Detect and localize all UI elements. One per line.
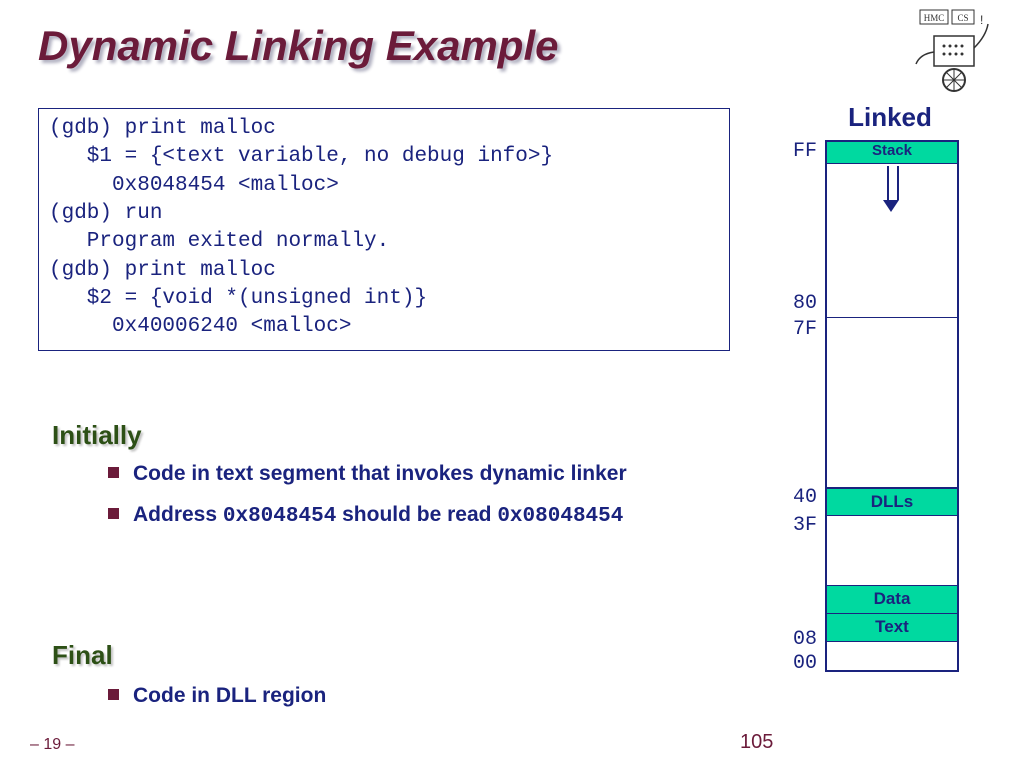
segment-empty <box>827 516 957 586</box>
segment-empty <box>827 642 957 668</box>
addr-label: FF <box>783 140 817 163</box>
svg-text:!: ! <box>980 13 983 27</box>
code-line: $2 = {void *(unsigned int)} <box>49 287 427 310</box>
bullet-item: Code in text segment that invokes dynami… <box>108 460 708 487</box>
addr-label: 7F <box>783 318 817 341</box>
code-line: Program exited normally. <box>49 230 389 253</box>
code-line: 0x40006240 <malloc> <box>49 315 351 338</box>
bullet-item: Code in DLL region <box>108 682 708 709</box>
code-line: 0x8048454 <malloc> <box>49 174 339 197</box>
memory-layout: Stack DLLs Data Text <box>825 140 959 672</box>
bullet-text: Code in DLL region <box>133 682 326 709</box>
segment-text: Text <box>827 614 957 642</box>
page-number-right: 105 <box>740 731 773 754</box>
segment-empty <box>827 318 957 488</box>
addr-label: 80 <box>783 292 817 315</box>
hmc-cs-logo: HMC CS ! <box>910 6 1000 94</box>
svg-text:CS: CS <box>957 13 968 23</box>
addr-label: 00 <box>783 652 817 675</box>
bullet-item: Address 0x8048454 should be read 0x08048… <box>108 501 708 530</box>
section-final: Final <box>52 640 113 671</box>
bullet-text: Address 0x8048454 should be read 0x08048… <box>133 501 623 530</box>
page-number-left: – 19 – <box>30 736 74 754</box>
memory-diagram-title: Linked <box>820 102 960 133</box>
addr-label: 3F <box>783 514 817 537</box>
segment-data: Data <box>827 586 957 614</box>
bullet-icon <box>108 508 119 519</box>
svg-text:HMC: HMC <box>924 13 945 23</box>
slide-title: Dynamic Linking Example <box>38 22 559 70</box>
addr-label: 40 <box>783 486 817 509</box>
stack-grows-down-icon <box>887 166 899 212</box>
code-line: (gdb) run <box>49 202 162 225</box>
gdb-output-box: (gdb) print malloc $1 = {<text variable,… <box>38 108 730 351</box>
code-line: (gdb) print malloc <box>49 259 276 282</box>
bullet-icon <box>108 689 119 700</box>
code-line: (gdb) print malloc <box>49 117 276 140</box>
addr-label: 08 <box>783 628 817 651</box>
segment-dlls: DLLs <box>827 488 957 516</box>
bullet-icon <box>108 467 119 478</box>
section-initially: Initially <box>52 420 142 451</box>
segment-stack: Stack <box>827 142 957 164</box>
code-line: $1 = {<text variable, no debug info>} <box>49 145 553 168</box>
bullet-text: Code in text segment that invokes dynami… <box>133 460 627 487</box>
memory-diagram: FF 80 7F 40 3F 08 00 Stack DLLs Data Tex… <box>825 140 955 672</box>
